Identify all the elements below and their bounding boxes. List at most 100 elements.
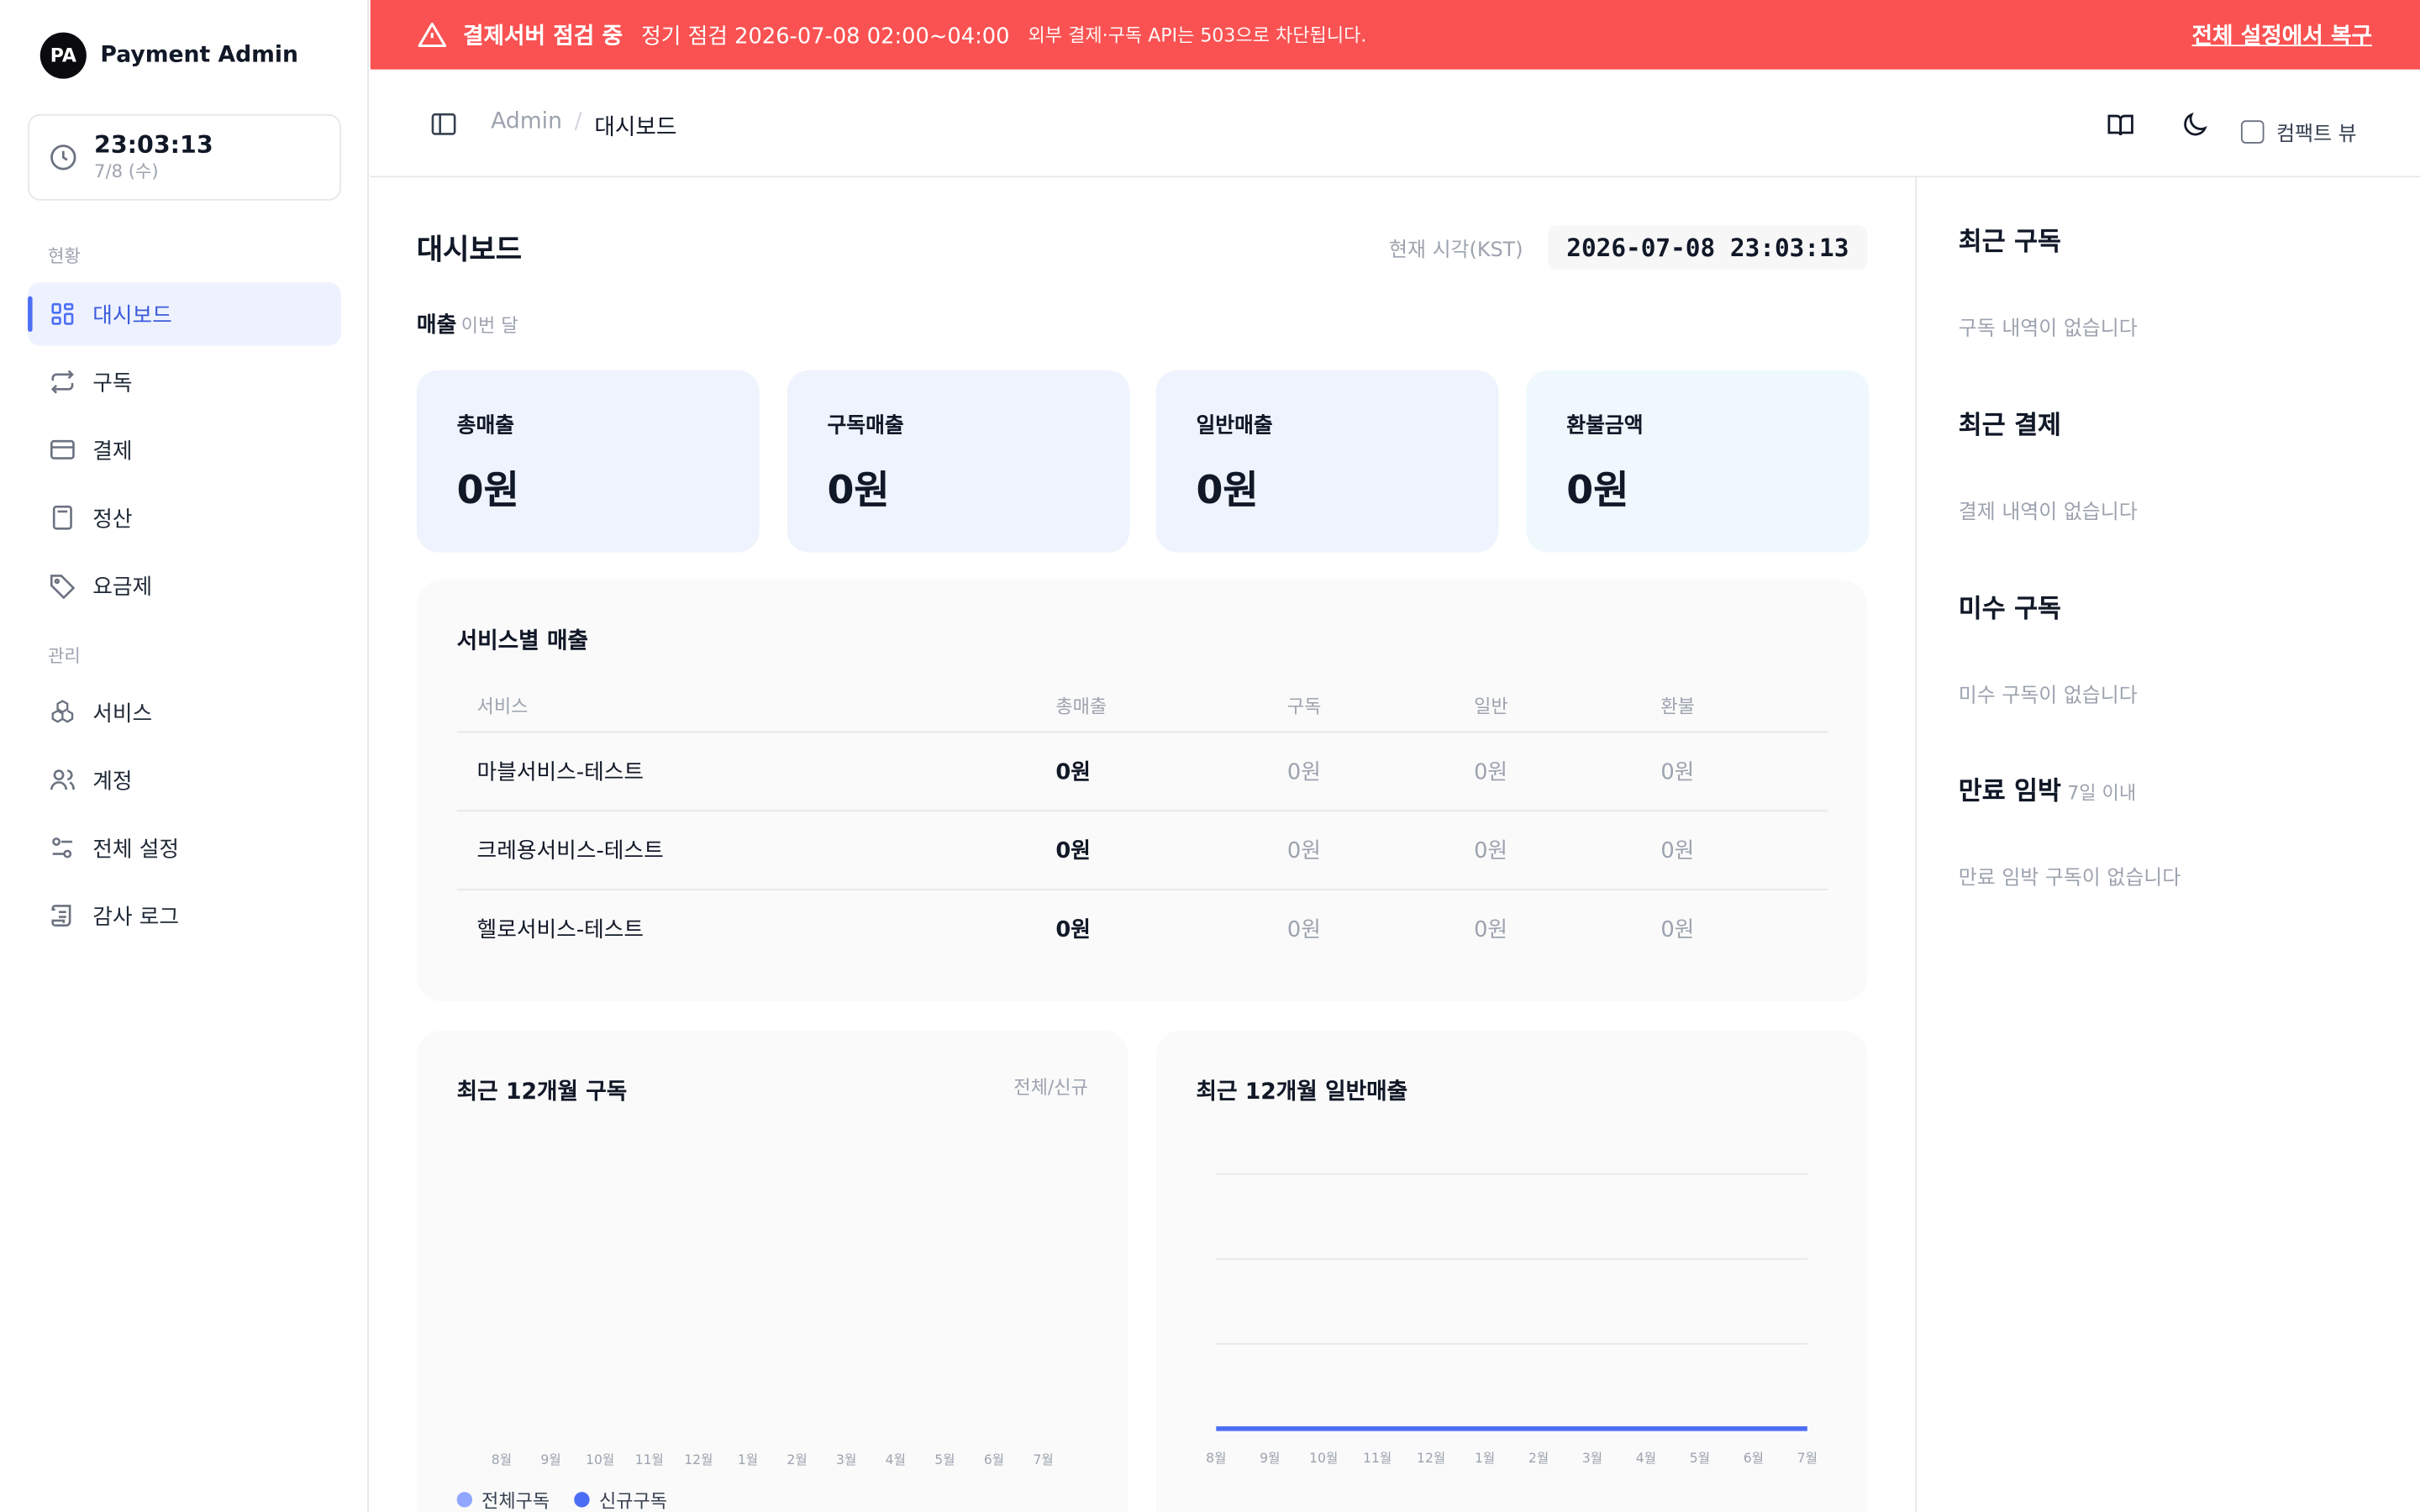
x-tick-label: 10월	[586, 1452, 614, 1467]
x-tick-label: 4월	[886, 1452, 906, 1467]
x-tick-label: 2월	[1528, 1451, 1549, 1466]
legend-item-total: 전체구독	[456, 1488, 550, 1512]
sidebar-item-label: 정산	[92, 507, 133, 532]
x-tick-label: 8월	[1206, 1451, 1226, 1466]
restore-settings-link[interactable]: 전체 설정에서 복구	[2191, 18, 2372, 51]
sidebar-toggle-icon[interactable]	[429, 109, 459, 139]
users-icon	[50, 769, 75, 790]
col-general: 일반	[1474, 681, 1661, 732]
service-revenue-table: 서비스 총매출 구독 일반 환불 마블서비스-테스트 0원 0원 0원 0원 크…	[456, 681, 1828, 968]
x-tick-label: 12월	[684, 1452, 713, 1467]
service-revenue-title: 서비스별 매출	[456, 629, 588, 654]
scroll-icon	[51, 905, 71, 927]
kpi-value: 0원	[456, 467, 519, 512]
col-refund: 환불	[1660, 681, 1828, 732]
table-row[interactable]: 헬로서비스-테스트 0원 0원 0원 0원	[457, 889, 1828, 968]
breadcrumb-separator: /	[574, 109, 582, 134]
x-tick-label: 6월	[1744, 1451, 1764, 1466]
sidebar-item-services[interactable]: 서비스	[28, 680, 341, 743]
sidebar-item-label: 계정	[92, 769, 133, 794]
cell-service: 헬로서비스-테스트	[476, 917, 644, 942]
top-header: Admin / 대시보드 컴팩트 뷰	[370, 70, 2420, 178]
col-subscription: 구독	[1286, 681, 1475, 732]
x-tick-label: 3월	[1582, 1451, 1602, 1466]
x-tick-label: 2월	[786, 1452, 807, 1467]
clock-time: 23:03:13	[94, 131, 213, 160]
sliders-icon	[52, 837, 73, 858]
cell-refund: 0원	[1660, 917, 1695, 942]
compact-view-checkbox[interactable]	[2240, 120, 2265, 144]
moon-icon[interactable]	[2179, 109, 2210, 140]
recent-payments-title: 최근 결제	[1958, 410, 2061, 440]
sidebar-item-subscriptions[interactable]: 구독	[28, 350, 341, 413]
cell-total: 0원	[1055, 731, 1287, 811]
right-panel: 최근 구독 구독 내역이 없습니다 최근 결제 결제 내역이 없습니다 미수 구…	[1915, 177, 2420, 1512]
sidebar-item-settings[interactable]: 전체 설정	[28, 816, 341, 879]
brand[interactable]: PA Payment Admin	[39, 32, 298, 79]
x-tick-label: 9월	[540, 1452, 560, 1467]
revenue-period: 이번 달	[460, 314, 518, 337]
clock-date: 7/8 (수)	[94, 160, 159, 182]
banner-title: 결제서버 점검 중	[463, 24, 623, 50]
clock-card: 23:03:13 7/8 (수)	[28, 113, 341, 201]
cell-general: 0원	[1474, 810, 1661, 890]
cell-total: 0원	[1055, 810, 1287, 890]
sidebar-section-manage: 관리	[47, 644, 81, 667]
x-tick-label: 11월	[635, 1452, 664, 1467]
kpi-label: 환불금액	[1566, 413, 1644, 438]
cell-subscription: 0원	[1286, 917, 1321, 942]
kpi-refund-amount: 환불금액 0원	[1526, 370, 1870, 553]
sidebar-item-settlement[interactable]: 정산	[28, 486, 341, 549]
expiring-soon-title: 만료 임박 7일 이내	[1958, 775, 2137, 806]
revenue-section-label: 매출 이번 달	[416, 312, 518, 339]
x-tick-label: 11월	[1363, 1451, 1392, 1466]
sidebar-item-payments[interactable]: 결제	[28, 418, 341, 481]
cell-service: 크레용서비스-테스트	[456, 810, 1056, 890]
x-tick-label: 10월	[1309, 1451, 1338, 1466]
cell-refund: 0원	[1660, 810, 1828, 890]
x-tick-label: 3월	[836, 1452, 856, 1467]
table-row[interactable]: 마블서비스-테스트 0원 0원 0원 0원	[456, 731, 1828, 811]
sidebar-item-accounts[interactable]: 계정	[28, 748, 341, 811]
book-open-icon[interactable]	[2105, 109, 2136, 140]
compact-view-label: 컴팩트 뷰	[2276, 123, 2357, 147]
sidebar-item-label: 구독	[92, 370, 133, 396]
kpi-value: 0원	[1196, 467, 1259, 512]
sidebar-item-dashboard[interactable]: 대시보드	[28, 282, 341, 346]
x-tick-label: 7월	[1033, 1452, 1053, 1467]
boxes-icon	[51, 700, 74, 723]
service-revenue-card: 서비스별 매출 서비스 총매출 구독 일반 환불 마블서비스-테스트 0원 0원…	[416, 580, 1868, 1002]
expiring-soon-note: 7일 이내	[2067, 782, 2137, 804]
unpaid-subscriptions-empty: 미수 구독이 없습니다	[1958, 685, 2138, 709]
breadcrumb: Admin / 대시보드	[491, 109, 676, 142]
repeat-icon	[50, 370, 74, 394]
x-tick-label: 6월	[984, 1452, 1004, 1467]
cell-service: 마블서비스-테스트	[456, 731, 1056, 811]
cell-total: 0원	[1055, 917, 1091, 942]
recent-subscriptions-title: 최근 구독	[1958, 226, 2061, 256]
sidebar-section-status: 현황	[47, 245, 81, 267]
sidebar-item-plans[interactable]: 요금제	[28, 554, 341, 617]
x-tick-label: 9월	[1260, 1451, 1280, 1466]
x-tick-label: 4월	[1636, 1451, 1656, 1466]
breadcrumb-current: 대시보드	[594, 115, 677, 141]
page-title: 대시보드	[416, 234, 522, 267]
compact-view-toggle[interactable]: 컴팩트 뷰	[2240, 118, 2357, 147]
cell-subscription: 0원	[1286, 810, 1475, 890]
sidebar-item-label: 대시보드	[92, 302, 172, 328]
x-tick-label: 12월	[1417, 1451, 1445, 1466]
general-revenue-chart: 8월 9월 10월 11월 12월 1월 2월 3월 4월 5월 6월 7월	[1206, 1173, 1818, 1466]
cell-general: 0원	[1474, 917, 1508, 942]
maintenance-banner: 결제서버 점검 중 정기 점검 2026-07-08 02:00~04:00 외…	[370, 0, 2420, 70]
table-row[interactable]: 크레용서비스-테스트 0원 0원 0원 0원	[456, 810, 1828, 890]
col-total: 총매출	[1055, 681, 1287, 732]
unpaid-subscriptions-title: 미수 구독	[1958, 594, 2061, 624]
kpi-label: 총매출	[456, 413, 515, 438]
breadcrumb-root[interactable]: Admin	[491, 109, 562, 142]
table-header-row: 서비스 총매출 구독 일반 환불	[456, 681, 1828, 732]
sidebar-item-label: 요금제	[92, 575, 153, 600]
kpi-total-revenue: 총매출 0원	[416, 370, 760, 553]
sidebar-item-audit-log[interactable]: 감사 로그	[28, 884, 341, 947]
x-tick-label: 1월	[1475, 1451, 1495, 1466]
x-tick-label: 7월	[1797, 1451, 1818, 1466]
